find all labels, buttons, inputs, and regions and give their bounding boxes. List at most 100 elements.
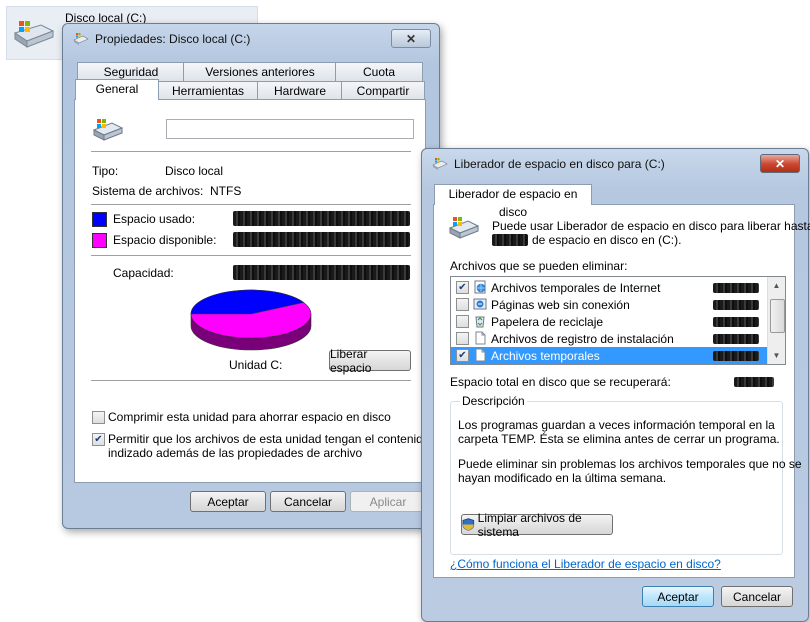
divider xyxy=(91,380,411,381)
description-p2-line1: Puede eliminar sin problemas los archivo… xyxy=(458,457,802,471)
properties-titlebar[interactable]: Propiedades: Disco local (C:) ✕ xyxy=(63,24,439,54)
drive-caption: Unidad C: xyxy=(229,358,283,372)
used-space-value-redacted xyxy=(233,211,410,226)
tab-versiones-anteriores[interactable]: Versiones anteriores xyxy=(183,62,337,81)
file-label: Papelera de reciclaje xyxy=(491,315,604,329)
description-p2-line2: hayan modificado en la última semana. xyxy=(458,471,667,485)
intro-line2: de espacio en disco en (C:). xyxy=(532,233,682,247)
file-checkbox[interactable]: ✔ xyxy=(456,281,469,294)
close-icon: ✕ xyxy=(405,31,417,46)
ok-button[interactable]: Aceptar xyxy=(642,586,714,607)
used-space-swatch xyxy=(92,212,107,227)
shield-icon xyxy=(462,518,475,531)
description-title: Descripción xyxy=(460,394,527,408)
file-size-redacted xyxy=(713,317,759,327)
scroll-down-icon[interactable]: ▼ xyxy=(769,348,784,363)
cleanup-titlebar[interactable]: Liberador de espacio en disco para (C:) … xyxy=(422,149,808,179)
fs-label: Sistema de archivos: xyxy=(92,184,204,198)
close-button[interactable]: ✕ xyxy=(391,29,431,48)
file-checkbox[interactable] xyxy=(456,298,469,311)
fs-value: NTFS xyxy=(210,184,242,198)
files-list-scrollbar[interactable]: ▲ ▼ xyxy=(767,277,785,364)
list-item[interactable]: ✔ Archivos temporales de Internet xyxy=(451,279,767,296)
properties-window: Propiedades: Disco local (C:) ✕ Segurida… xyxy=(62,23,440,529)
offline-pages-icon xyxy=(473,297,487,314)
file-label: Archivos temporales xyxy=(491,349,600,363)
help-link[interactable]: ¿Cómo funciona el Liberador de espacio e… xyxy=(450,557,721,571)
tab-herramientas[interactable]: Herramientas xyxy=(157,81,259,100)
file-label: Archivos de registro de instalación xyxy=(491,332,674,346)
file-checkbox[interactable]: ✔ xyxy=(456,349,469,362)
drive-label-input[interactable] xyxy=(166,119,414,139)
tab-compartir[interactable]: Compartir xyxy=(341,81,425,100)
document-icon xyxy=(473,331,487,348)
compress-checkbox[interactable] xyxy=(92,411,105,424)
file-size-redacted xyxy=(713,334,759,344)
file-label: Páginas web sin conexión xyxy=(491,298,630,312)
files-list[interactable]: ✔ Archivos temporales de Internet Páginas … xyxy=(450,276,786,365)
tab-hardware[interactable]: Hardware xyxy=(257,81,343,100)
file-size-redacted xyxy=(713,300,759,310)
disk-cleanup-button[interactable]: Liberar espacio xyxy=(329,347,411,375)
file-checkbox[interactable] xyxy=(456,315,469,328)
files-label: Archivos que se pueden eliminar: xyxy=(450,259,628,273)
close-icon: ✕ xyxy=(774,156,786,171)
disk-usage-pie xyxy=(190,289,312,351)
cancel-button[interactable]: Cancelar xyxy=(270,491,346,512)
description-group: Descripción Los programas guardan a vece… xyxy=(450,394,802,555)
ok-button[interactable]: Aceptar xyxy=(190,491,266,512)
scroll-thumb[interactable] xyxy=(770,299,785,333)
index-label-line2: indizado además de las propiedades de ar… xyxy=(108,446,363,460)
drive-icon xyxy=(432,158,448,170)
divider xyxy=(91,204,411,205)
general-tab-panel: Tipo: Disco local Sistema de archivos: N… xyxy=(74,99,430,483)
type-value: Disco local xyxy=(165,164,224,178)
cleanup-title: Liberador de espacio en disco para (C:) xyxy=(454,157,665,171)
cleanup-panel: Puede usar Liberador de espacio en disco… xyxy=(433,204,810,578)
compress-label: Comprimir esta unidad para ahorrar espac… xyxy=(108,410,391,424)
total-label: Espacio total en disco que se recuperará… xyxy=(450,375,671,389)
description-p1-line1: Los programas guardan a veces informació… xyxy=(458,418,775,432)
disk-cleanup-window: Liberador de espacio en disco para (C:) … xyxy=(421,148,810,622)
free-space-swatch xyxy=(92,233,107,248)
file-label: Archivos temporales de Internet xyxy=(491,281,661,295)
recoverable-amount-redacted xyxy=(492,234,528,246)
drive-icon xyxy=(448,217,480,239)
list-item[interactable]: Papelera de reciclaje xyxy=(451,313,767,330)
total-value-redacted xyxy=(734,377,774,387)
list-item[interactable]: Archivos de registro de instalación xyxy=(451,330,767,347)
drive-icon xyxy=(13,21,55,48)
intro-line1: Puede usar Liberador de espacio en disco… xyxy=(492,219,810,233)
clean-system-files-button[interactable]: Limpiar archivos de sistema xyxy=(461,511,613,539)
apply-button[interactable]: Aplicar xyxy=(350,491,426,512)
tab-disk-cleanup[interactable]: Liberador de espacio en disco xyxy=(434,184,592,219)
free-space-label: Espacio disponible: xyxy=(113,233,217,247)
document-icon xyxy=(473,348,487,364)
capacity-value-redacted xyxy=(233,265,410,280)
properties-title: Propiedades: Disco local (C:) xyxy=(95,32,251,46)
list-item[interactable]: ✔ Archivos temporales xyxy=(451,347,767,364)
tab-cuota[interactable]: Cuota xyxy=(335,62,423,81)
file-checkbox[interactable] xyxy=(456,332,469,345)
internet-files-icon xyxy=(473,280,487,297)
index-checkbox[interactable]: ✔ xyxy=(92,433,105,446)
scroll-up-icon[interactable]: ▲ xyxy=(769,278,784,293)
divider xyxy=(91,255,411,256)
file-size-redacted xyxy=(713,283,759,293)
type-label: Tipo: xyxy=(92,164,119,178)
file-size-redacted xyxy=(713,351,759,361)
drive-icon xyxy=(73,33,89,45)
drive-icon xyxy=(92,119,124,141)
used-space-label: Espacio usado: xyxy=(113,212,196,226)
recycle-bin-icon xyxy=(473,314,487,331)
capacity-label: Capacidad: xyxy=(113,266,174,280)
list-item[interactable]: Páginas web sin conexión xyxy=(451,296,767,313)
divider xyxy=(91,151,411,152)
clean-system-files-label: Limpiar archivos de sistema xyxy=(477,510,582,539)
tab-general[interactable]: General xyxy=(75,79,159,100)
free-space-value-redacted xyxy=(233,232,410,247)
cancel-button[interactable]: Cancelar xyxy=(721,586,793,607)
description-p1-line2: carpeta TEMP. Ésta se elimina antes de c… xyxy=(458,432,780,446)
index-label-line1: Permitir que los archivos de esta unidad… xyxy=(108,432,430,446)
close-button[interactable]: ✕ xyxy=(760,154,800,173)
